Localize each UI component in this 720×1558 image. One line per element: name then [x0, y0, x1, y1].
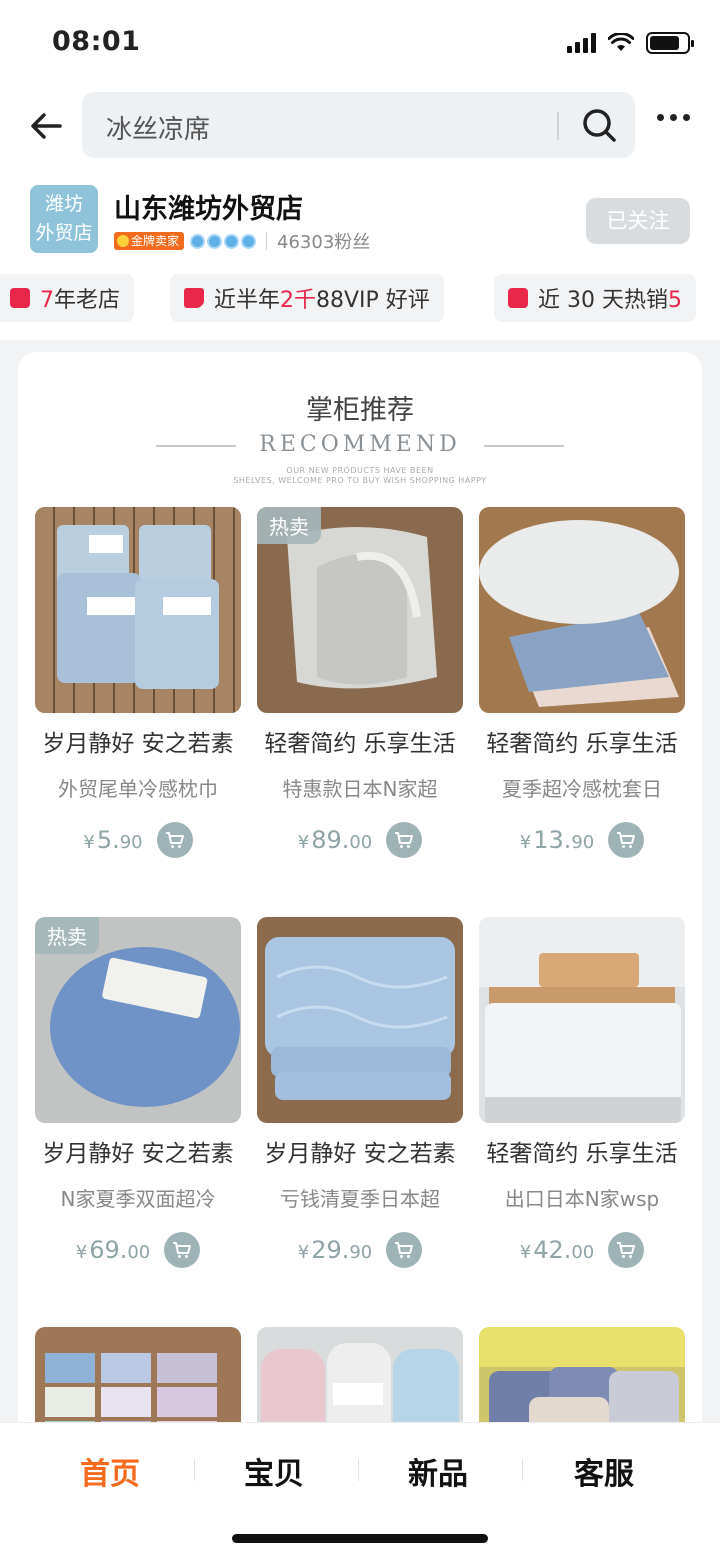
section-subtitle-1: OUR NEW PRODUCTS HAVE BEEN	[286, 466, 434, 475]
product-card[interactable]: 轻奢简约 乐享生活 夏季超冷感枕套日 ¥13.90	[479, 507, 685, 858]
more-options-icon[interactable]	[657, 114, 690, 121]
product-name: 轻奢简约 乐享生活	[264, 731, 456, 757]
add-to-cart-button[interactable]	[608, 1232, 645, 1268]
status-time: 08:01	[52, 26, 141, 57]
shop-logo[interactable]: 潍坊 外贸店	[30, 185, 98, 253]
product-image[interactable]: 热卖	[257, 507, 463, 713]
wifi-icon	[608, 33, 634, 51]
cart-icon	[617, 832, 636, 848]
back-arrow-icon[interactable]	[24, 104, 68, 148]
battery-icon	[646, 32, 694, 54]
nav-customer-service[interactable]: 客服	[574, 1449, 634, 1493]
fans-count: 46303粉丝	[277, 232, 371, 253]
product-price: ¥42.00	[519, 1236, 595, 1264]
add-to-cart-button[interactable]	[608, 822, 645, 858]
cellular-signal-icon	[567, 33, 596, 53]
status-bar: 08:01	[0, 0, 720, 88]
product-image[interactable]	[479, 917, 685, 1123]
hot-sale-badge: 热卖	[35, 917, 99, 954]
nav-products[interactable]: 宝贝	[244, 1449, 304, 1493]
thumbs-up-icon	[184, 288, 204, 308]
nav-home[interactable]: 首页	[80, 1449, 140, 1493]
product-price: ¥29.90	[297, 1236, 373, 1264]
product-card[interactable]: 岁月静好 安之若素 外贸尾单冷感枕巾 ¥5.90	[35, 507, 241, 858]
store-icon	[10, 288, 30, 308]
tag-hot-sales[interactable]: 近 30 天热销5	[494, 274, 696, 322]
product-card[interactable]: 岁月静好 安之若素 亏钱清夏季日本超 ¥29.90	[257, 917, 463, 1268]
cart-icon	[395, 832, 414, 848]
hot-sale-badge: 热卖	[257, 507, 321, 544]
shopping-bag-icon	[508, 288, 528, 308]
tag-reviews[interactable]: 近半年2千88VIP 好评	[170, 274, 444, 322]
tag-store-age[interactable]: 7年老店	[0, 274, 135, 322]
search-header: 冰丝凉席	[0, 88, 720, 168]
product-price: ¥13.90	[519, 826, 595, 854]
search-icon[interactable]	[579, 105, 619, 145]
crown-rating-icon	[190, 233, 257, 249]
shop-name[interactable]: 山东潍坊外贸店	[114, 187, 303, 226]
search-query: 冰丝凉席	[106, 115, 211, 145]
product-card[interactable]: 热卖 岁月静好 安之若素 N家夏季双面超冷 ¥69.00	[35, 917, 241, 1268]
cart-icon	[173, 1242, 192, 1258]
product-card[interactable]: 轻奢简约 乐享生活 出口日本N家wsp ¥42.00	[479, 917, 685, 1268]
product-desc: N家夏季双面超冷	[60, 1187, 216, 1211]
cart-icon	[617, 1242, 636, 1258]
home-indicator	[232, 1534, 488, 1543]
product-image[interactable]: 热卖	[35, 917, 241, 1123]
search-input[interactable]: 冰丝凉席	[82, 92, 635, 158]
section-title: 掌柜推荐	[306, 395, 414, 426]
product-price: ¥89.00	[297, 826, 373, 854]
follow-button[interactable]: 已关注	[586, 198, 690, 244]
add-to-cart-button[interactable]	[386, 1232, 423, 1268]
gold-seller-badge: 金牌卖家	[114, 232, 185, 250]
product-desc: 夏季超冷感枕套日	[502, 777, 662, 801]
product-desc: 外贸尾单冷感枕巾	[58, 777, 218, 801]
product-image[interactable]	[35, 507, 241, 713]
product-price: ¥69.00	[75, 1236, 151, 1264]
shop-info: 潍坊 外贸店 山东潍坊外贸店 金牌卖家 46303粉丝 已关注	[0, 168, 720, 268]
product-name: 轻奢简约 乐享生活	[486, 1141, 678, 1167]
product-name: 轻奢简约 乐享生活	[486, 731, 678, 757]
cart-icon	[165, 832, 184, 848]
nav-new-arrivals[interactable]: 新品	[408, 1449, 468, 1493]
product-name: 岁月静好 安之若素	[264, 1141, 456, 1167]
add-to-cart-button[interactable]	[386, 822, 423, 858]
product-desc: 特惠款日本N家超	[282, 777, 438, 801]
recommend-section: 掌柜推荐 RECOMMEND OUR NEW PRODUCTS HAVE BEE…	[18, 352, 702, 1558]
coin-icon	[117, 235, 129, 247]
cart-icon	[395, 1242, 414, 1258]
product-desc: 亏钱清夏季日本超	[280, 1187, 440, 1211]
add-to-cart-button[interactable]	[164, 1232, 201, 1268]
product-name: 岁月静好 安之若素	[42, 731, 234, 757]
product-image[interactable]	[257, 917, 463, 1123]
product-image[interactable]	[479, 507, 685, 713]
product-name: 岁月静好 安之若素	[42, 1141, 234, 1167]
add-to-cart-button[interactable]	[156, 822, 193, 858]
section-subtitle-2: SHELVES, WELCOME PRO TO BUY WISH SHOPPIN…	[233, 476, 487, 485]
shop-tags: 7年老店 近半年2千88VIP 好评 近 30 天热销5	[0, 268, 720, 340]
product-card[interactable]: 热卖 轻奢简约 乐享生活 特惠款日本N家超 ¥89.00	[257, 507, 463, 858]
section-title-en: RECOMMEND	[259, 432, 461, 457]
product-desc: 出口日本N家wsp	[504, 1187, 660, 1211]
product-price: ¥5.90	[83, 826, 143, 854]
